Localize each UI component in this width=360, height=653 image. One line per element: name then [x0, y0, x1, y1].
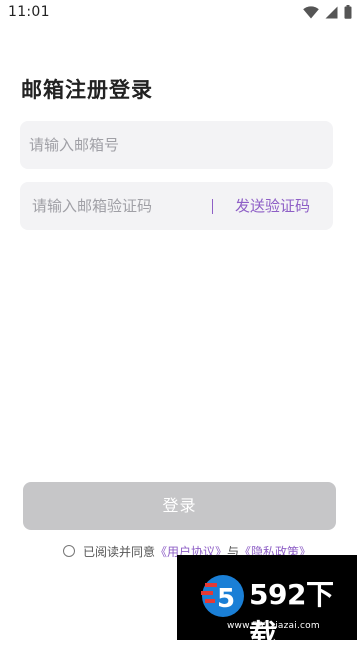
watermark: 5 592下载 www.592xiazai.com — [177, 555, 357, 651]
email-field-container — [20, 121, 333, 169]
status-icons — [303, 5, 352, 19]
cellular-signal-icon — [325, 6, 338, 19]
agreement-prefix: 已阅读并同意 — [83, 544, 156, 559]
send-code-button[interactable]: 发送验证码 — [235, 182, 310, 230]
login-button[interactable]: 登录 — [23, 482, 336, 530]
email-input[interactable] — [20, 121, 333, 169]
battery-icon — [344, 5, 352, 19]
agreement-checkbox[interactable] — [63, 545, 75, 557]
watermark-brand: 592下载 — [249, 578, 334, 651]
verification-code-input[interactable] — [20, 182, 210, 230]
wifi-icon — [303, 5, 319, 19]
status-time: 11:01 — [8, 4, 50, 20]
watermark-logo-icon: 5 — [199, 573, 247, 623]
svg-text:5: 5 — [217, 584, 235, 614]
status-bar: 11:01 — [0, 0, 360, 26]
watermark-url: www.592xiazai.com — [227, 621, 320, 631]
page-title: 邮箱注册登录 — [21, 78, 153, 102]
code-divider — [212, 199, 213, 214]
code-field-container: 发送验证码 — [20, 182, 333, 230]
